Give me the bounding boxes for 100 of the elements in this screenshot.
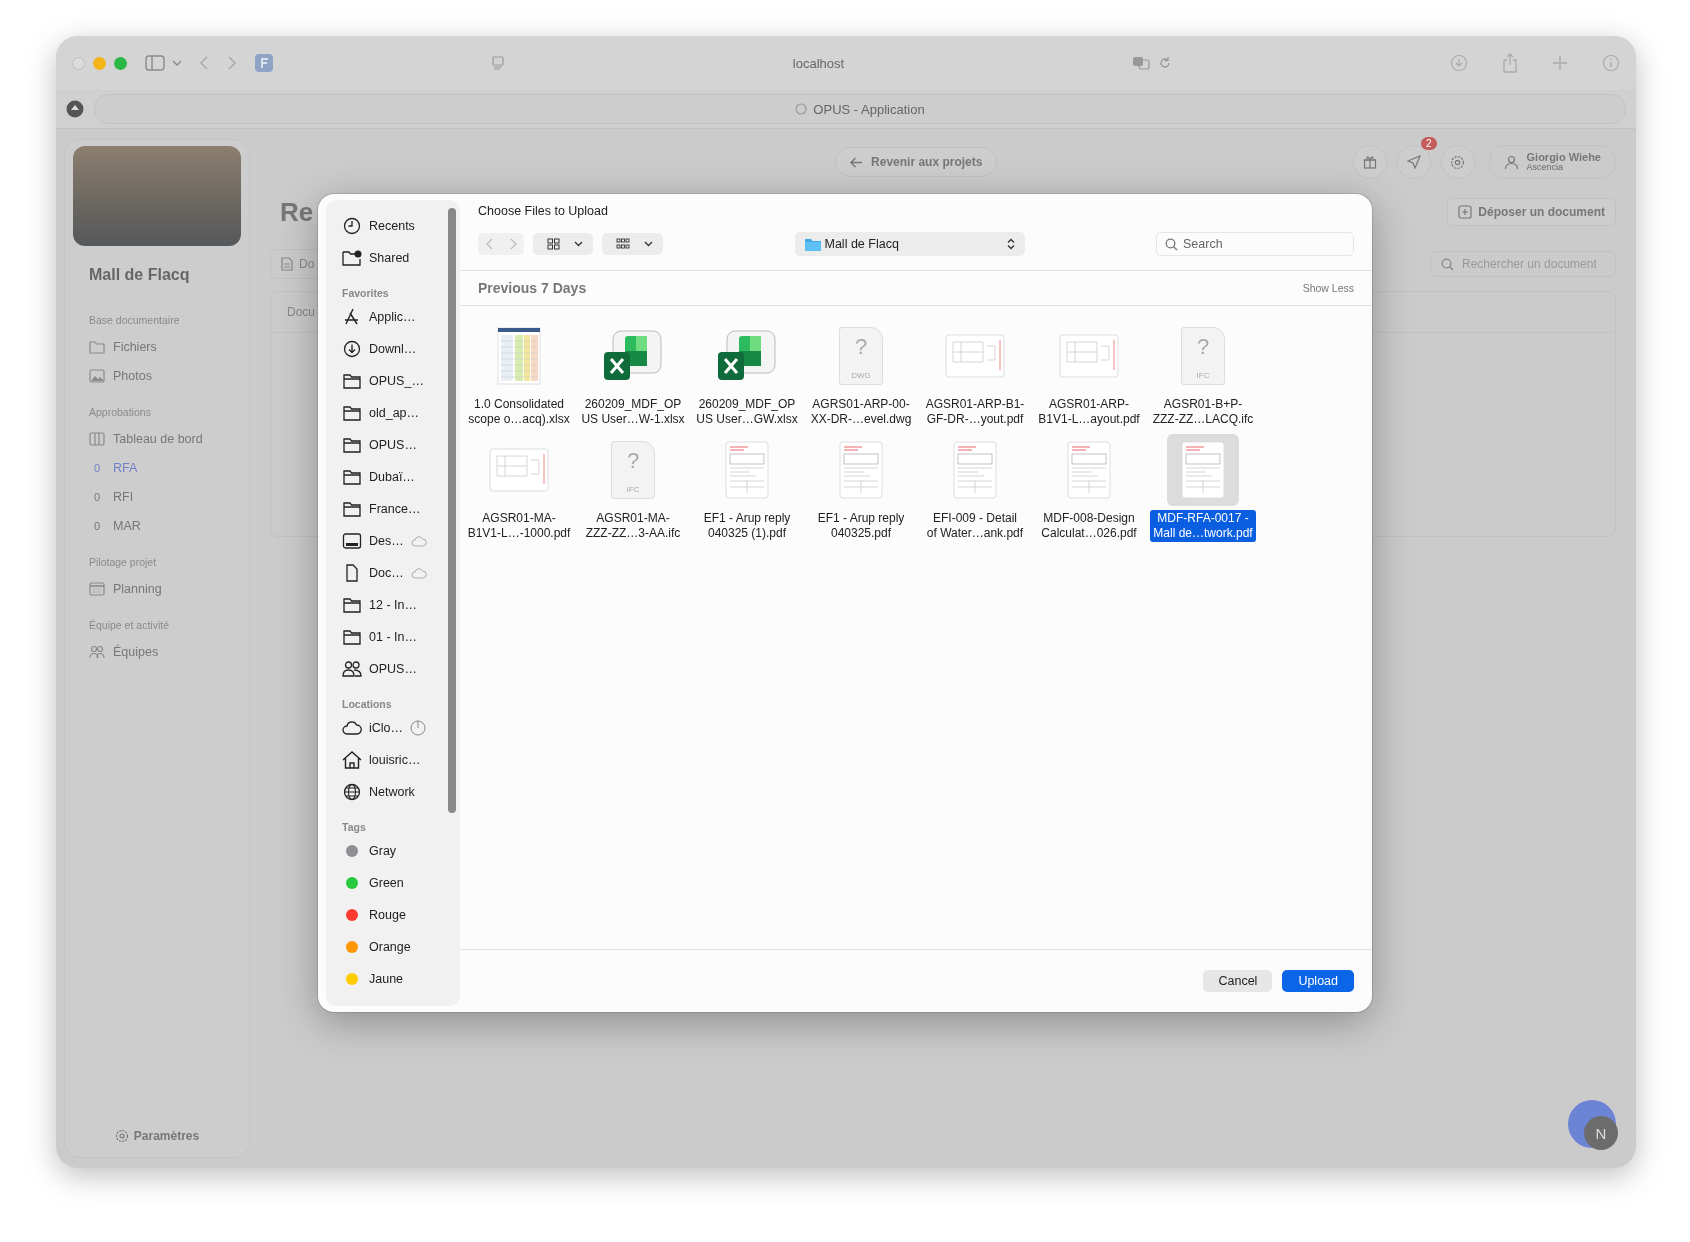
page-title: Re	[280, 196, 314, 228]
file-item[interactable]: AGSR01-ARP-B1- GF-DR-…yout.pdf	[918, 320, 1032, 428]
share-icon[interactable]	[1502, 53, 1518, 73]
sidebar-toggle-icon[interactable]	[145, 55, 181, 71]
file-item[interactable]: MDF-RFA-0017 - Mall de…twork.pdf	[1146, 434, 1260, 542]
file-name[interactable]: EF1 - Arup reply 040325.pdf	[814, 510, 908, 542]
tab-bar[interactable]: OPUS - Application	[94, 94, 1626, 124]
sidebar-item[interactable]: Green	[342, 867, 460, 899]
document-thumbnail-icon	[725, 441, 769, 499]
sidebar-item[interactable]: old_ap…	[342, 397, 460, 429]
file-item[interactable]: 1.0 Consolidated scope o…acq).xlsx	[462, 320, 576, 428]
sidebar-item[interactable]: Doc…	[342, 557, 460, 589]
minimize-window-button[interactable]	[93, 56, 106, 70]
send-button[interactable]	[1396, 145, 1431, 179]
sidebar-item[interactable]: Recents	[342, 210, 460, 242]
file-item[interactable]: 260209_MDF_OP US User…GW.xlsx	[690, 320, 804, 428]
sidebar-item[interactable]: Shared	[342, 242, 460, 274]
sidebar-item[interactable]: Network	[342, 776, 460, 808]
file-item[interactable]: EFI-009 - Detail of Water…ank.pdf	[918, 434, 1032, 542]
reader-icon[interactable]	[491, 56, 505, 70]
people-icon	[342, 660, 362, 678]
tab-favicon-icon[interactable]	[255, 54, 273, 72]
document-thumbnail-icon	[1181, 441, 1225, 499]
translate-icon[interactable]	[1132, 56, 1150, 70]
columns-icon	[89, 431, 105, 446]
scrollbar[interactable]	[448, 208, 456, 813]
file-item[interactable]: 260209_MDF_OP US User…W-1.xlsx	[576, 320, 690, 428]
sidebar-item[interactable]: OPUS_…	[342, 365, 460, 397]
file-name[interactable]: EFI-009 - Detail of Water…ank.pdf	[923, 510, 1027, 542]
location-popup-button[interactable]: Mall de Flacq	[794, 232, 1025, 256]
file-item[interactable]: AGSR01-MA- B1V1-L…-1000.pdf	[462, 434, 576, 542]
file-name[interactable]: MDF-008-Design Calculat…026.pdf	[1038, 510, 1140, 542]
search-field[interactable]: Search	[1156, 232, 1354, 256]
show-less-link[interactable]: Show Less	[1302, 282, 1354, 294]
file-item[interactable]: EF1 - Arup reply 040325 (1).pdf	[690, 434, 804, 542]
download-icon[interactable]	[1450, 54, 1468, 72]
grid-icon	[616, 238, 630, 250]
document-thumbnail-icon	[1067, 441, 1111, 499]
url-text[interactable]: localhost	[513, 55, 1124, 71]
file-item[interactable]: ? DWG AGRS01-ARP-00- XX-DR-…evel.dwg	[804, 320, 918, 428]
sidebar-item[interactable]: Orange	[342, 931, 460, 963]
sidebar-item[interactable]: 01 - In…	[342, 621, 460, 653]
file-name[interactable]: 260209_MDF_OP US User…W-1.xlsx	[578, 396, 688, 428]
document-thumbnail-icon	[953, 441, 997, 499]
sidebar-item[interactable]: iClo…	[342, 712, 460, 744]
file-name[interactable]: AGRS01-ARP-00- XX-DR-…evel.dwg	[807, 396, 915, 428]
sidebar-item[interactable]: OPUS…	[342, 653, 460, 685]
file-item[interactable]: AGSR01-ARP- B1V1-L…ayout.pdf	[1032, 320, 1146, 428]
file-name[interactable]: AGSR01-MA- B1V1-L…-1000.pdf	[464, 510, 574, 542]
column-header: Docu	[287, 305, 315, 319]
file-name[interactable]: AGSR01-B+P- ZZZ-ZZ…LACQ.ifc	[1149, 396, 1257, 428]
zoom-window-button[interactable]	[114, 56, 127, 70]
sidebar-item[interactable]: Applic…	[342, 301, 460, 333]
eject-icon[interactable]	[66, 100, 84, 118]
sidebar-item[interactable]: Downl…	[342, 333, 460, 365]
folder-icon	[342, 372, 362, 390]
file-item[interactable]: ? IFC AGSR01-B+P- ZZZ-ZZ…LACQ.ifc	[1146, 320, 1260, 428]
sidebar-item[interactable]: Des…	[342, 525, 460, 557]
sidebar-item[interactable]: louisric…	[342, 744, 460, 776]
file-name[interactable]: 260209_MDF_OP US User…GW.xlsx	[693, 396, 801, 428]
tab-title[interactable]: OPUS - Application	[813, 101, 925, 117]
settings-button[interactable]	[1440, 145, 1475, 179]
sidebar-item[interactable]: 12 - In…	[342, 589, 460, 621]
info-icon[interactable]	[1602, 54, 1620, 72]
cancel-button[interactable]: Cancel	[1203, 970, 1273, 992]
section-heading: Approbations	[89, 406, 152, 418]
sidebar-item[interactable]: France…	[342, 493, 460, 525]
chevron-down-icon	[644, 241, 653, 247]
close-window-button[interactable]	[72, 56, 85, 70]
generic-file-icon: ? DWG	[839, 327, 883, 385]
sidebar-item[interactable]: Rouge	[342, 899, 460, 931]
gift-button[interactable]	[1352, 145, 1387, 179]
upload-button[interactable]: Upload	[1282, 970, 1354, 992]
up-down-chevron-icon	[1006, 238, 1015, 250]
avatar[interactable]: N	[1568, 1100, 1616, 1148]
right-chevron-icon	[508, 238, 517, 250]
sidebar-item[interactable]: Jaune	[342, 963, 460, 995]
sidebar-item[interactable]: Dubaï…	[342, 461, 460, 493]
globe-icon	[342, 783, 362, 801]
file-name[interactable]: EF1 - Arup reply 040325 (1).pdf	[700, 510, 794, 542]
file-name[interactable]: 1.0 Consolidated scope o…acq).xlsx	[465, 396, 573, 428]
file-item[interactable]: ? IFC AGSR01-MA- ZZZ-ZZ…3-AA.ifc	[576, 434, 690, 542]
file-name[interactable]: MDF-RFA-0017 - Mall de…twork.pdf	[1150, 510, 1256, 542]
plus-icon[interactable]	[1552, 55, 1568, 71]
file-item[interactable]: MDF-008-Design Calculat…026.pdf	[1032, 434, 1146, 542]
group-by-button[interactable]	[602, 233, 663, 255]
file-name[interactable]: AGSR01-ARP-B1- GF-DR-…yout.pdf	[922, 396, 1028, 428]
reload-icon[interactable]	[1158, 56, 1172, 70]
drawing-thumbnail-icon	[945, 334, 1005, 378]
file-name[interactable]: AGSR01-MA- ZZZ-ZZ…3-AA.ifc	[582, 510, 684, 542]
user-organization: Ascencia	[1526, 163, 1564, 173]
people-icon	[89, 644, 105, 659]
file-item[interactable]: EF1 - Arup reply 040325.pdf	[804, 434, 918, 542]
search-icon	[1165, 237, 1178, 251]
section-title: Previous 7 Days	[478, 280, 587, 296]
file-name[interactable]: AGSR01-ARP- B1V1-L…ayout.pdf	[1035, 396, 1143, 428]
sidebar-item[interactable]: OPUS…	[342, 429, 460, 461]
sidebar-item[interactable]: Gray	[342, 835, 460, 867]
home-icon	[342, 751, 362, 769]
view-mode-button[interactable]	[533, 233, 593, 255]
